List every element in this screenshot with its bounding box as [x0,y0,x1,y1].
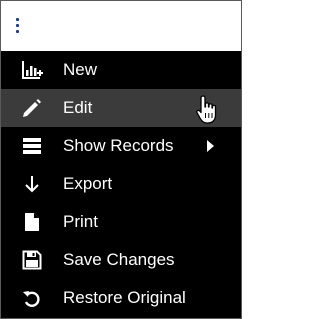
more-options-button[interactable] [1,1,33,49]
menu-item-edit[interactable]: Edit [1,89,241,127]
arrow-down-icon [21,173,43,195]
menu-item-label: Export [63,174,113,193]
top-bar [1,1,241,51]
menu-item-new[interactable]: New [1,51,241,89]
menu-item-label: Print [63,212,98,231]
menu-item-save-changes[interactable]: Save Changes [1,241,241,279]
pencil-icon [21,97,43,119]
menu-item-label: New [63,60,98,79]
menu-item-export[interactable]: Export [1,165,241,203]
menu-item-label: Edit [63,98,93,117]
document-icon [21,211,43,233]
list-icon [21,135,43,157]
menu-frame: New Edit Show Records Export Print Save … [0,0,242,319]
menu-item-label: Save Changes [63,250,175,269]
menu-item-label: Restore Original [63,288,186,307]
menu-item-label: Show Records [63,136,174,155]
submenu-arrow-icon [207,140,214,152]
save-icon [21,249,43,271]
kebab-icon [15,17,19,33]
restore-icon [21,287,43,309]
context-menu: New Edit Show Records Export Print Save … [1,51,241,317]
menu-item-print[interactable]: Print [1,203,241,241]
menu-item-show-records[interactable]: Show Records [1,127,241,165]
new-chart-icon [21,59,43,81]
menu-item-restore-original[interactable]: Restore Original [1,279,241,317]
